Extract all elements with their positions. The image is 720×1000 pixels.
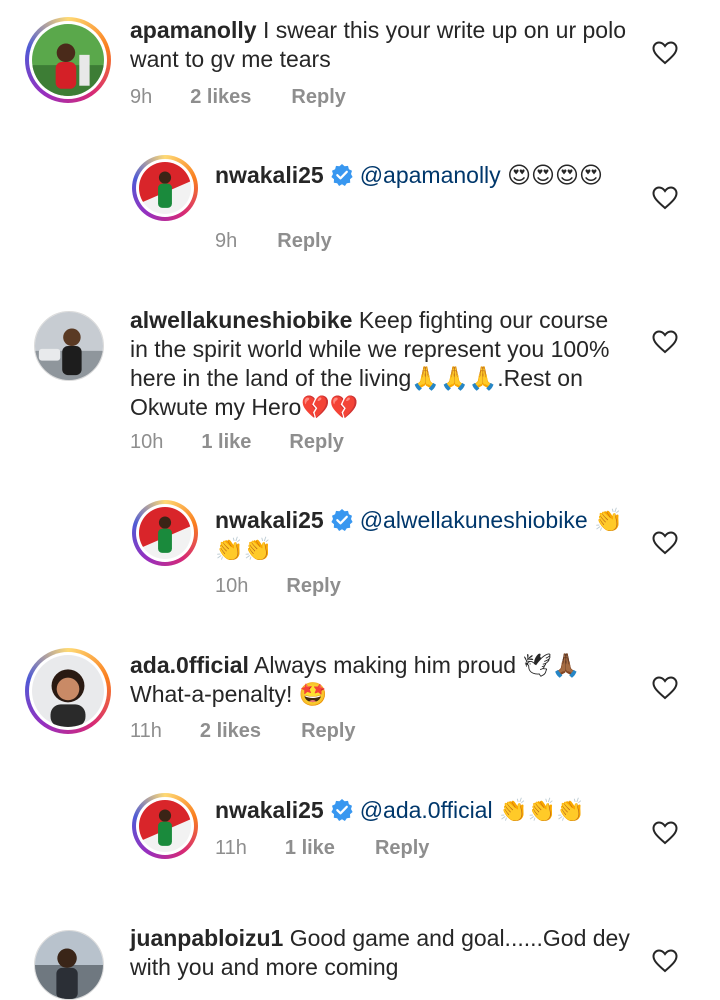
reply-button[interactable]: Reply [375, 837, 429, 860]
avatar-photo [139, 507, 191, 559]
comment-username[interactable]: nwakali25 [215, 507, 324, 533]
comment-time: 11h [130, 720, 162, 742]
avatar[interactable] [132, 793, 198, 859]
avatar-photo [139, 162, 191, 214]
avatar[interactable] [34, 311, 104, 381]
reply-button[interactable]: Reply [289, 431, 343, 454]
avatar-photo [32, 24, 104, 96]
comment-meta: 11h 1 like Reply [215, 837, 429, 860]
avatar-photo [34, 930, 104, 1000]
reply-button[interactable]: Reply [291, 86, 345, 109]
heart-outline-icon[interactable] [652, 186, 678, 210]
comment-meta: 10h Reply [215, 575, 341, 598]
heart-outline-icon[interactable] [652, 330, 678, 354]
heart-outline-icon[interactable] [652, 676, 678, 700]
mention-link[interactable]: @alwellakuneshiobike [360, 507, 588, 533]
reply-button[interactable]: Reply [286, 575, 340, 598]
comment-username[interactable]: nwakali25 [215, 162, 324, 188]
heart-outline-icon[interactable] [652, 531, 678, 555]
heart-outline-icon[interactable] [652, 41, 678, 65]
avatar[interactable] [25, 17, 111, 103]
comment-text: 😍😍😍😍 [507, 162, 603, 188]
comment-meta: 10h 1 like Reply [130, 431, 344, 454]
heart-outline-icon[interactable] [652, 949, 678, 973]
mention-link[interactable]: @ada.0fficial [360, 797, 493, 823]
verified-badge-icon [331, 799, 353, 821]
avatar-photo [32, 655, 104, 727]
comment-time: 11h [215, 837, 247, 859]
comment-username[interactable]: apamanolly [130, 17, 257, 43]
likes-count[interactable]: 2 likes [200, 720, 261, 743]
comment-time: 9h [130, 86, 153, 108]
comment-time: 10h [215, 575, 249, 597]
comment-meta: 9h 2 likes Reply [130, 86, 346, 109]
avatar-photo [34, 311, 104, 381]
comment-username[interactable]: ada.0fficial [130, 652, 249, 678]
likes-count[interactable]: 1 like [201, 431, 251, 454]
avatar[interactable] [132, 155, 198, 221]
verified-badge-icon [331, 509, 353, 531]
avatar[interactable] [34, 930, 104, 1000]
comment-meta: 9h Reply [215, 230, 332, 253]
comment-text: 👏👏👏 [498, 797, 585, 823]
avatar-photo [139, 800, 191, 852]
comment-time: 9h [215, 230, 238, 252]
comment-username[interactable]: juanpabloizu1 [130, 925, 283, 951]
comment-time: 10h [130, 431, 164, 453]
reply-button[interactable]: Reply [301, 720, 355, 743]
comment-meta: 11h 2 likes Reply [130, 720, 356, 743]
mention-link[interactable]: @apamanolly [360, 162, 501, 188]
verified-badge-icon [331, 164, 353, 186]
comment-username[interactable]: nwakali25 [215, 797, 324, 823]
heart-outline-icon[interactable] [652, 821, 678, 845]
avatar[interactable] [132, 500, 198, 566]
likes-count[interactable]: 2 likes [190, 86, 251, 109]
likes-count[interactable]: 1 like [285, 837, 335, 860]
avatar[interactable] [25, 648, 111, 734]
reply-button[interactable]: Reply [277, 230, 331, 253]
comment-username[interactable]: alwellakuneshiobike [130, 307, 352, 333]
